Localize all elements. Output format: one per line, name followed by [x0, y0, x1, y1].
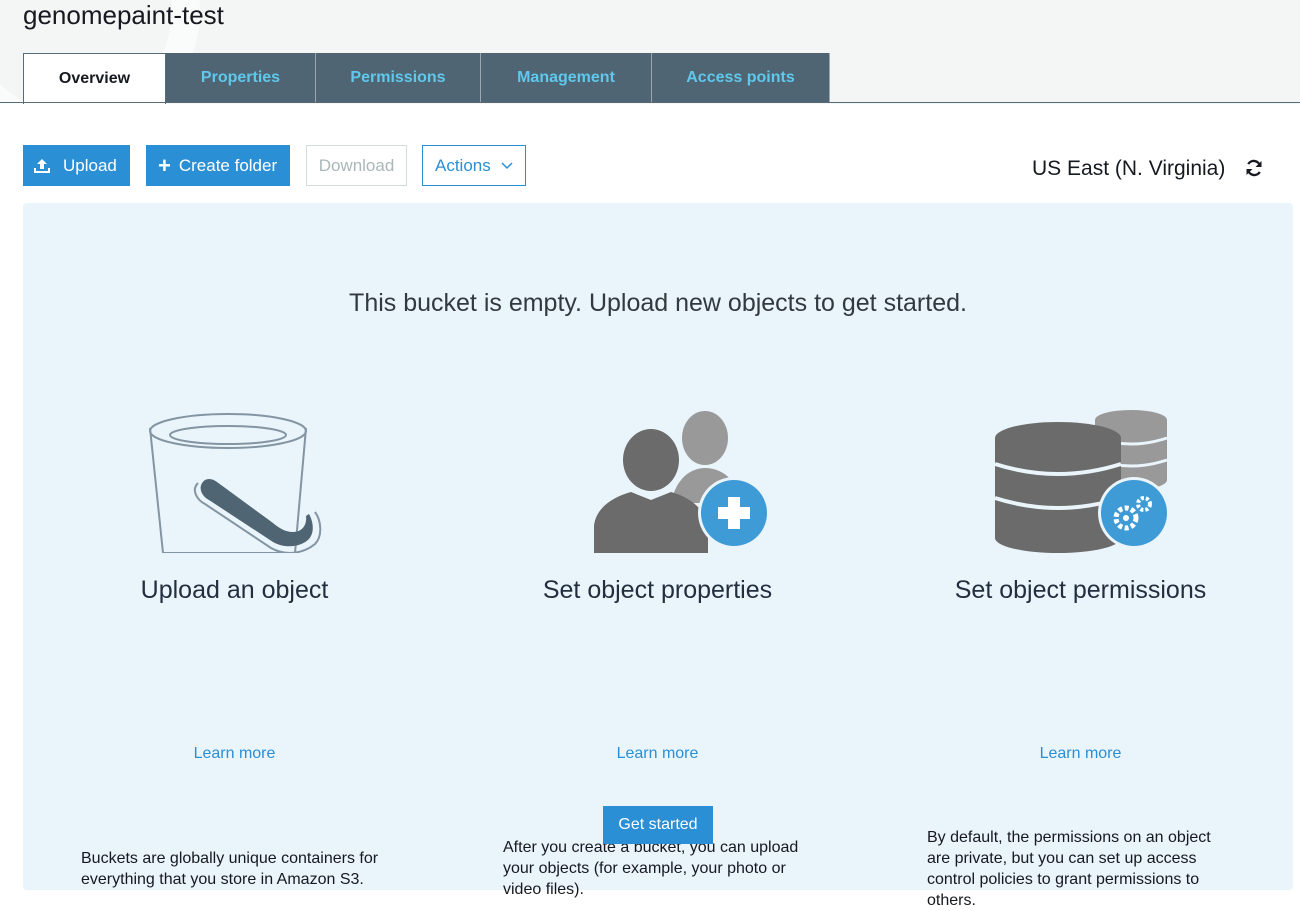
card-title: Upload an object — [140, 576, 329, 604]
users-add-icon — [594, 411, 770, 553]
bucket-icon — [149, 413, 322, 553]
tab-management[interactable]: Management — [481, 53, 652, 102]
tab-access-points[interactable]: Access points — [652, 53, 830, 102]
refresh-icon[interactable] — [1244, 158, 1264, 178]
toolbar: Upload + Create folder Download Actions … — [23, 145, 1300, 186]
upload-button[interactable]: Upload — [23, 145, 130, 186]
get-started-button[interactable]: Get started — [603, 806, 713, 844]
database-gear-icon — [994, 410, 1170, 553]
header-area: genomepaint-test Overview Properties Per… — [0, 0, 1300, 104]
tab-bar: Overview Properties Permissions Manageme… — [23, 53, 830, 104]
tab-permissions[interactable]: Permissions — [316, 53, 481, 102]
empty-message: This bucket is empty. Upload new objects… — [349, 289, 967, 317]
empty-bucket-panel: This bucket is empty. Upload new objects… — [23, 203, 1293, 909]
card-description: After you create a bucket, you can uploa… — [503, 839, 799, 898]
learn-more-link[interactable]: Learn more — [23, 745, 446, 763]
create-folder-label: Create folder — [178, 155, 278, 175]
tab-overview[interactable]: Overview — [23, 53, 166, 104]
chevron-down-icon — [501, 161, 513, 169]
learn-more-link[interactable]: Learn more — [869, 745, 1292, 763]
actions-label: Actions — [435, 155, 491, 175]
tab-properties[interactable]: Properties — [166, 53, 316, 102]
actions-dropdown[interactable]: Actions — [422, 145, 526, 186]
region-label: US East (N. Virginia) — [1032, 157, 1226, 180]
download-button[interactable]: Download — [306, 145, 407, 186]
upload-label: Upload — [63, 155, 117, 175]
learn-more-link[interactable]: Learn more — [446, 745, 869, 763]
upload-icon — [34, 158, 50, 173]
bucket-title: genomepaint-test — [23, 0, 224, 30]
card-description: By default, the permissions on an object… — [927, 829, 1211, 909]
card-title: Set object permissions — [954, 576, 1207, 604]
tab-divider — [0, 102, 1300, 103]
plus-icon: + — [158, 152, 171, 178]
card-title: Set object properties — [542, 576, 773, 604]
card-description: Buckets are globally unique containers f… — [81, 850, 379, 888]
create-folder-button[interactable]: + Create folder — [146, 145, 290, 186]
